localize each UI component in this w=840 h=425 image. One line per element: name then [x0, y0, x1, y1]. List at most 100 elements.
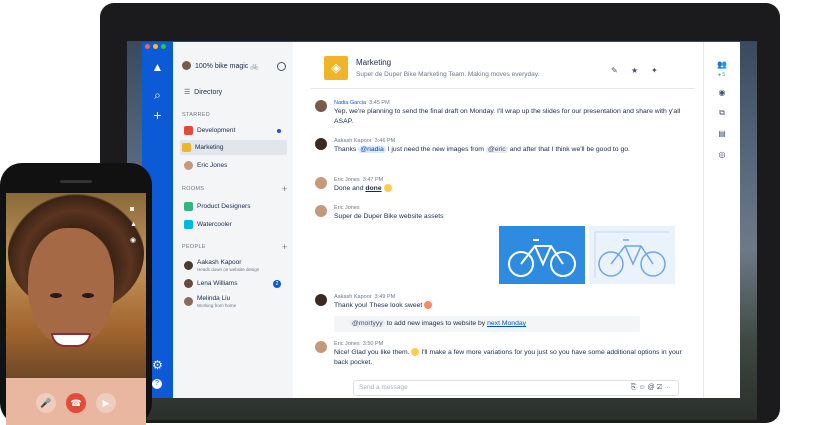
- person-name: Melinda Liu: [197, 294, 231, 302]
- participant-eye: [50, 293, 62, 298]
- create-icon[interactable]: +: [150, 108, 165, 123]
- message-time: 3:50 PM: [362, 341, 384, 347]
- sidebar-item-lena-williams[interactable]: Lena Williams 2: [182, 276, 286, 291]
- view-icon[interactable]: ◉: [130, 236, 138, 244]
- atlassian-logo-icon[interactable]: ▲: [150, 60, 165, 75]
- channel-logo-icon: ◈: [324, 56, 348, 80]
- mention[interactable]: @eric: [485, 146, 508, 153]
- bike-image-wireframe[interactable]: [589, 226, 675, 284]
- toggle-video-button[interactable]: ▶: [96, 393, 116, 413]
- notifications-icon[interactable]: ✦: [651, 66, 658, 75]
- message-author[interactable]: Eric Jones: [334, 341, 360, 347]
- message-input[interactable]: Send a message ⎘☺@☑⋯: [353, 380, 679, 396]
- sidebar-item-product-designers[interactable]: Product Designers: [182, 199, 286, 214]
- unread-badge: 2: [273, 279, 281, 288]
- right-panel: 👥 ● 5 ◉ ⧉ ▤ ◎: [703, 42, 740, 398]
- message: Nadia Garcia 3:45 PM Yep, we're planning…: [315, 99, 690, 127]
- bike-image-solid[interactable]: [499, 226, 585, 284]
- avatar[interactable]: [315, 341, 327, 353]
- add-person-icon[interactable]: +: [282, 242, 288, 252]
- workspace-avatar: [182, 61, 191, 70]
- emoji-picker-icon[interactable]: ☺: [638, 384, 647, 391]
- sidebar-item-aakash-kapoor[interactable]: Aakash Kapoor Heads down on website desig…: [182, 257, 286, 274]
- sidebar-item-melinda-liu[interactable]: Melinda Liu Working from home: [182, 293, 286, 310]
- video-participant-face: [28, 228, 114, 346]
- message-time: 3:46 PM: [374, 138, 396, 144]
- star-icon[interactable]: ★: [631, 66, 638, 75]
- video-call-icon[interactable]: ◉: [717, 88, 727, 98]
- message-time: 3:47 PM: [362, 177, 384, 183]
- minimize-window-button[interactable]: [153, 44, 158, 49]
- zoom-window-button[interactable]: [161, 44, 166, 49]
- settings-gear-icon[interactable]: ⚙: [150, 358, 165, 373]
- quote-text: to add new images to website by: [386, 320, 486, 327]
- mention[interactable]: @mortyyy: [350, 320, 385, 327]
- channel-topic: Super de Duper Bike Marketing Team. Maki…: [356, 71, 540, 78]
- task-icon[interactable]: ☑: [657, 384, 664, 391]
- person-status: Working from home: [197, 302, 237, 308]
- document-icon[interactable]: ▤: [717, 129, 727, 139]
- participant-eye: [82, 293, 94, 298]
- avatar[interactable]: [315, 205, 327, 217]
- message: Eric Jones 3:50 PM Nice! Glad you like t…: [315, 340, 690, 368]
- workspace-status-icon[interactable]: [277, 62, 286, 71]
- avatar: [184, 161, 193, 170]
- camera-switch-icon[interactable]: ◙: [130, 206, 138, 214]
- message-text-part: Nice! Glad you like them.: [334, 349, 410, 356]
- directory-link[interactable]: ☰ Directory: [184, 88, 222, 96]
- lock-icon[interactable]: ▲: [130, 221, 138, 229]
- message-author[interactable]: Nadia Garcia: [334, 100, 366, 106]
- message-author[interactable]: Eric Jones: [334, 177, 360, 183]
- members-icon[interactable]: 👥: [717, 60, 727, 70]
- sidebar-item-label: Marketing: [195, 144, 224, 151]
- message-time: 3:49 PM: [374, 294, 396, 300]
- avatar[interactable]: [315, 138, 327, 150]
- help-icon[interactable]: ?: [152, 379, 162, 389]
- avatar[interactable]: [315, 294, 327, 306]
- smile-emoji-icon: [411, 348, 420, 357]
- people-header-label: PEOPLE: [182, 244, 206, 250]
- search-icon[interactable]: ⌕: [150, 88, 165, 103]
- end-call-button[interactable]: ☎: [66, 393, 86, 413]
- room-icon: [184, 202, 193, 211]
- starred-header-label: STARRED: [182, 112, 210, 118]
- channel-header: ◈ Marketing Super de Duper Bike Marketin…: [324, 56, 539, 80]
- add-room-icon[interactable]: +: [282, 184, 288, 194]
- avatar[interactable]: [315, 177, 327, 189]
- sidebar-item-development[interactable]: Development: [182, 123, 286, 138]
- integrations-icon[interactable]: ◎: [717, 150, 727, 160]
- mute-mic-button[interactable]: 🎤: [36, 393, 56, 413]
- message: Aakash Kapoor 3:46 PM Thanks @nadia I ju…: [315, 137, 690, 155]
- edit-pencil-icon[interactable]: ✎: [611, 66, 618, 75]
- directory-icon: ☰: [184, 89, 191, 96]
- video-call-screen: ◙ ▲ ◉ 🎤 ☎ ▶: [6, 193, 146, 425]
- sidebar-item-eric-jones[interactable]: Eric Jones: [182, 158, 286, 173]
- date-link[interactable]: next Monday: [487, 320, 526, 327]
- chat-app-window: ▲ ⌕ + ⚙ ? 100% bike magic 🚲 ☰ Directory …: [142, 42, 740, 398]
- message-text: Super de Duper Bike website assets: [334, 213, 444, 220]
- sidebar-item-label: Watercooler: [197, 221, 232, 228]
- message-text-part: Thank you! These look sweet: [334, 302, 423, 309]
- message-text: Done and done: [334, 184, 690, 194]
- message-author[interactable]: Aakash Kapoor: [334, 294, 372, 300]
- rooms-header-label: ROOMS: [182, 186, 205, 192]
- close-window-button[interactable]: [145, 44, 150, 49]
- avatar: [184, 297, 193, 306]
- files-icon[interactable]: ⧉: [717, 108, 727, 118]
- message-time: 3:45 PM: [369, 100, 390, 106]
- workspace-switcher[interactable]: 100% bike magic 🚲: [182, 61, 259, 70]
- avatar[interactable]: [315, 100, 327, 112]
- message-text: Nice! Glad you like them. I'll make a fe…: [334, 348, 690, 368]
- room-icon: [184, 126, 193, 135]
- phone-device: ◙ ▲ ◉ 🎤 ☎ ▶: [0, 163, 152, 425]
- message-author[interactable]: Eric Jones: [334, 205, 360, 211]
- mention[interactable]: @nadia: [358, 146, 386, 153]
- sidebar-item-marketing[interactable]: Marketing: [180, 140, 287, 155]
- mention-icon[interactable]: @: [648, 384, 657, 391]
- sidebar: 100% bike magic 🚲 ☰ Directory STARRED De…: [173, 42, 293, 398]
- message-text-part: I just need the new images from: [387, 146, 484, 153]
- message-author[interactable]: Aakash Kapoor: [334, 138, 372, 144]
- task-quote[interactable]: @mortyyy to add new images to website by…: [334, 316, 640, 332]
- more-icon[interactable]: ⋯: [664, 384, 673, 391]
- sidebar-item-watercooler[interactable]: Watercooler: [182, 217, 286, 232]
